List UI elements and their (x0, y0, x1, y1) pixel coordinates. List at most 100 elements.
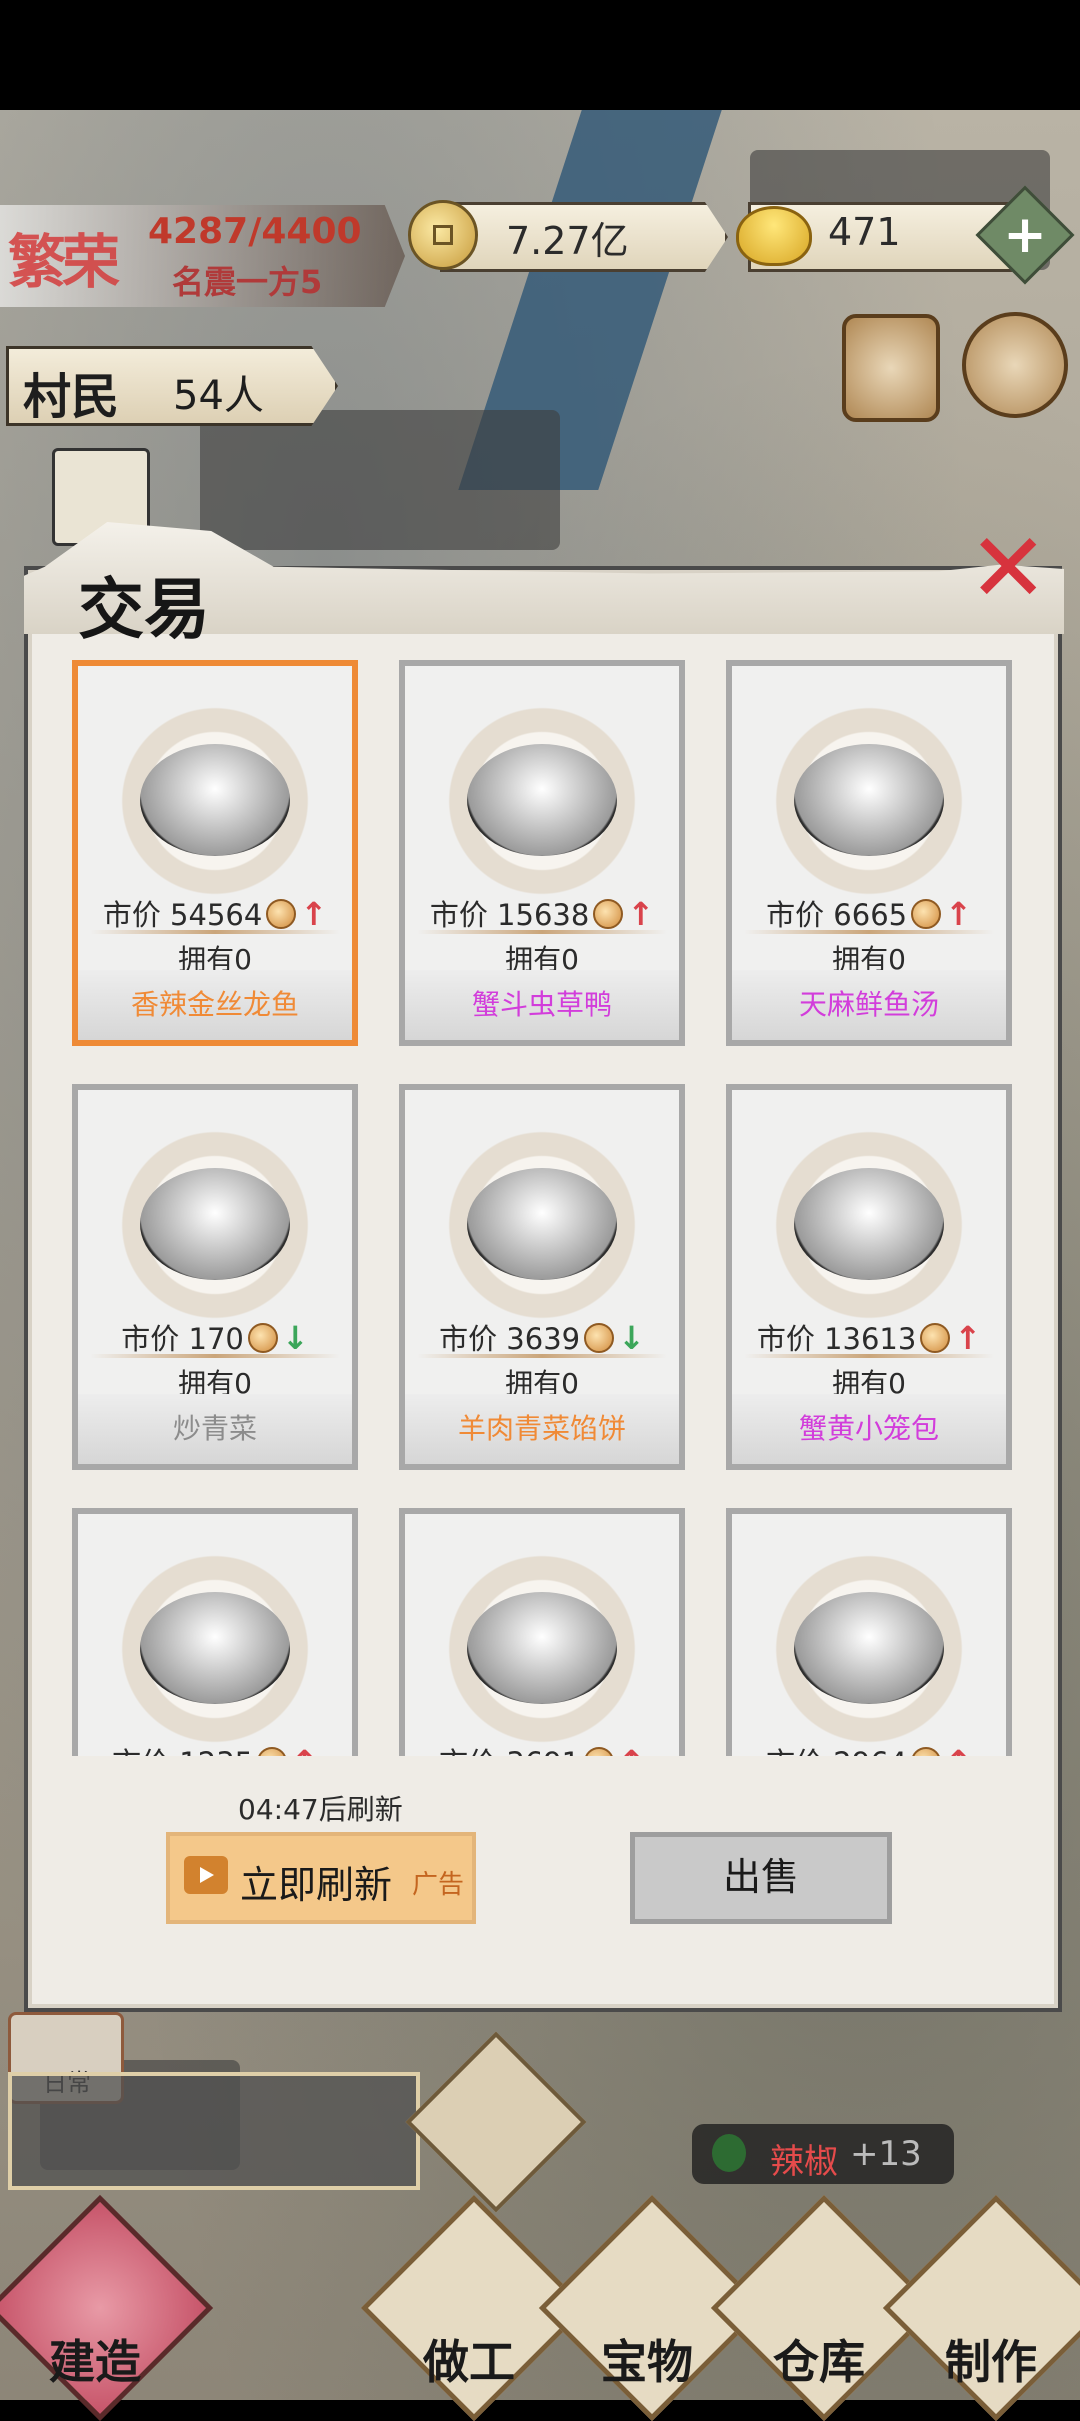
dish-image (110, 1544, 320, 1754)
nav-treasure-button[interactable]: 宝物 (538, 2194, 766, 2421)
goods-card[interactable]: 市价 13613 ↑ 拥有0 蟹黄小笼包 (726, 1084, 1012, 1470)
copper-coin-icon (911, 1747, 942, 1756)
trade-panel: 交易 ✕ 市价 54564 ↑ 拥有0 香辣金丝龙鱼 市价 15638 ↑ 拥有0 蟹斗虫草鸭… (24, 520, 1064, 2008)
price-row: 市价 3639 ↓ (405, 1316, 679, 1358)
price-down-arrow-icon: ↓ (281, 1319, 309, 1357)
price-row: 市价 54564 ↑ (78, 892, 352, 934)
villager-label: 村民 (23, 369, 120, 425)
villager-count: 54人 (173, 373, 264, 419)
nav-build-label: 建造 (49, 2335, 141, 2389)
prosperity-value: 4287/4400 (148, 211, 362, 252)
market-price: 市价 1235 (112, 1746, 253, 1756)
gold-value: 471 (828, 210, 901, 254)
dish-name: 炒青菜 (78, 1394, 352, 1464)
dish-name: 天麻鲜鱼汤 (732, 970, 1006, 1040)
dish-image (110, 1120, 320, 1330)
nav-craft-button[interactable]: 制作 (882, 2194, 1080, 2421)
divider (417, 930, 667, 934)
price-row: 市价 2964 ↑ (732, 1740, 1006, 1756)
dish-image (110, 696, 320, 906)
copper-coin-icon (911, 899, 942, 929)
nav-work-button[interactable]: 做工 (360, 2194, 588, 2421)
dish-food (794, 1592, 944, 1704)
settings-gear-icon[interactable] (962, 312, 1068, 418)
price-up-arrow-icon: ↑ (618, 1743, 645, 1756)
dish-image (437, 1544, 647, 1754)
divider (744, 1354, 994, 1358)
price-up-arrow-icon: ↑ (627, 895, 655, 933)
gold-ingot-icon (736, 206, 812, 266)
dish-image (764, 1120, 974, 1330)
goods-card[interactable]: 市价 54564 ↑ 拥有0 香辣金丝龙鱼 (72, 660, 358, 1046)
market-price: 市价 15638 (429, 898, 590, 932)
refresh-button-label: 立即刷新 (240, 1863, 393, 1907)
dish-image (764, 696, 974, 906)
goods-card[interactable]: 市价 15638 ↑ 拥有0 蟹斗虫草鸭 (399, 660, 685, 1046)
dish-food (140, 1168, 290, 1280)
divider (417, 1354, 667, 1358)
prosperity-bar[interactable]: 繁荣 4287/4400 名震一方5 (0, 205, 405, 307)
price-row: 市价 1235 ↑ (78, 1740, 352, 1756)
fame-title: 名震一方5 (172, 263, 323, 301)
dish-image (437, 696, 647, 906)
divider (90, 930, 340, 934)
dish-name: 蟹斗虫草鸭 (405, 970, 679, 1040)
copper-coin-icon (408, 200, 478, 270)
copper-coin-icon (247, 1323, 278, 1353)
notice-item-count: +13 (850, 2134, 922, 2174)
task-info-box[interactable] (8, 2072, 420, 2190)
price-up-arrow-icon: ↑ (300, 895, 328, 933)
plus-icon: + (1003, 205, 1047, 265)
refresh-timer: 04:47后刷新 (238, 1793, 403, 1826)
price-row: 市价 170 ↓ (78, 1316, 352, 1358)
scroll-card-icon[interactable] (842, 314, 940, 422)
dish-food (794, 744, 944, 856)
nav-warehouse-label: 仓库 (773, 2335, 865, 2389)
price-up-arrow-icon: ↑ (945, 1743, 972, 1756)
copper-coin-icon (257, 1747, 288, 1756)
dish-name: 羊肉青菜馅饼 (405, 1394, 679, 1464)
nav-treasure-label: 宝物 (601, 2335, 693, 2389)
villager-counter[interactable]: 村民 54人 (6, 346, 338, 426)
dish-food (794, 1168, 944, 1280)
ad-label: 广告 (412, 1870, 465, 1900)
dish-food (467, 1168, 617, 1280)
dish-food (140, 744, 290, 856)
price-down-arrow-icon: ↓ (618, 1319, 645, 1357)
goods-card[interactable]: 市价 2964 ↑ (726, 1508, 1012, 1756)
goods-grid[interactable]: 市价 54564 ↑ 拥有0 香辣金丝龙鱼 市价 15638 ↑ 拥有0 蟹斗虫草鸭 市价 66… (72, 660, 1032, 1756)
price-up-arrow-icon: ↑ (945, 895, 972, 933)
divider (744, 930, 994, 934)
refresh-now-button[interactable]: 立即刷新 广告 (166, 1832, 476, 1924)
sell-button[interactable]: 出售 (630, 1832, 892, 1924)
panel-title: 交易 (78, 570, 210, 648)
market-price: 市价 2964 (766, 1746, 907, 1756)
price-up-arrow-icon: ↑ (954, 1319, 982, 1357)
nav-warehouse-button[interactable]: 仓库 (710, 2194, 938, 2421)
market-price: 市价 3639 (439, 1322, 581, 1356)
copper-value: 7.27亿 (506, 219, 629, 263)
price-row: 市价 6665 ↑ (732, 892, 1006, 934)
goods-card[interactable]: 市价 1235 ↑ (72, 1508, 358, 1756)
nav-craft-label: 制作 (945, 2335, 1037, 2389)
harvest-notice[interactable]: 辣椒 +13 (692, 2124, 954, 2184)
video-ad-icon (184, 1856, 228, 1894)
dish-food (467, 744, 617, 856)
goods-card[interactable]: 市价 170 ↓ 拥有0 炒青菜 (72, 1084, 358, 1470)
copper-coin-icon (593, 899, 624, 929)
building-roof (200, 410, 560, 550)
goods-card[interactable]: 市价 3639 ↓ 拥有0 羊肉青菜馅饼 (399, 1084, 685, 1470)
nav-build-button[interactable]: 建造 (0, 2194, 214, 2421)
copper-coin-icon (584, 1747, 615, 1756)
price-row: 市价 13613 ↑ (732, 1316, 1006, 1358)
market-price: 市价 54564 (102, 898, 263, 932)
close-icon[interactable]: ✕ (968, 520, 1048, 616)
dish-food (140, 1592, 290, 1704)
prosperity-label: 繁荣 (8, 228, 120, 296)
divider (90, 1354, 340, 1358)
copper-coin-icon (920, 1323, 951, 1353)
goods-card[interactable]: 市价 3691 ↑ (399, 1508, 685, 1756)
dish-food (467, 1592, 617, 1704)
chili-icon (712, 2134, 746, 2172)
goods-card[interactable]: 市价 6665 ↑ 拥有0 天麻鲜鱼汤 (726, 660, 1012, 1046)
